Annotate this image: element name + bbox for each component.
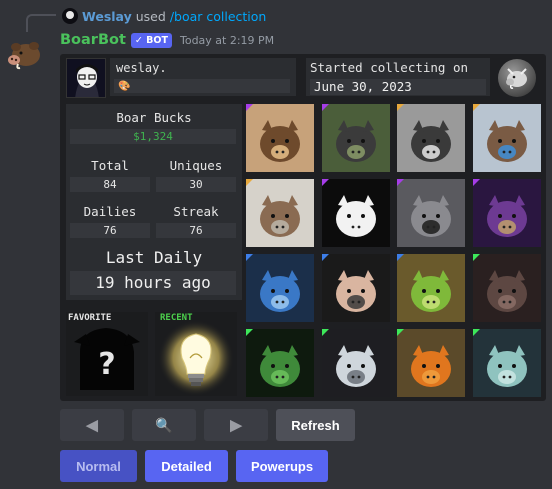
pumpkin-boar: [397, 329, 465, 397]
boar-head-icon: [8, 42, 40, 70]
powerups-button[interactable]: Powerups: [236, 450, 328, 482]
collection-username: weslay.: [116, 61, 167, 75]
reply-command[interactable]: /boar collection: [170, 9, 267, 24]
user-badge-slot: 🎨: [114, 79, 290, 93]
dark-boar: [472, 254, 541, 322]
dailies-label: Dailies: [83, 204, 137, 219]
garden-boar: [321, 104, 390, 172]
rarity-marker: [246, 254, 253, 261]
wizard-boar: [472, 179, 541, 247]
last-daily-value: 19 hours ago: [70, 271, 236, 295]
rarity-marker: [472, 104, 480, 111]
rarity-marker: [246, 329, 253, 336]
reply-reference[interactable]: Weslay used /boar collection: [62, 7, 266, 25]
rarity-marker: [397, 329, 404, 336]
last-daily-label: Last Daily: [105, 248, 203, 267]
total-label: Total: [91, 158, 129, 173]
svg-text:?: ?: [98, 347, 115, 382]
boar-bucks-value: $1,324: [70, 129, 236, 144]
streak-value: 76: [156, 223, 236, 238]
right-arrow-icon: ▶: [230, 417, 242, 434]
sleepy-boar: [472, 104, 541, 172]
search-button[interactable]: 🔍: [132, 409, 196, 441]
rarity-marker: [246, 104, 253, 111]
dailies-value: 76: [70, 223, 150, 238]
message-timestamp: Today at 2:19 PM: [179, 33, 275, 47]
rarity-marker: [397, 104, 404, 111]
lightbulb-boar-icon: [158, 320, 234, 396]
detailed-view-button[interactable]: Detailed: [145, 450, 228, 482]
rarity-marker: [246, 179, 253, 186]
refresh-button[interactable]: Refresh: [276, 409, 355, 441]
streak-label: Streak: [173, 204, 219, 219]
favorite-boar: FAVORITE ?: [66, 312, 148, 396]
view-tabs: Normal Detailed Powerups: [60, 450, 328, 482]
boar-badge-icon: [498, 59, 536, 97]
reply-username[interactable]: Weslay: [82, 9, 132, 24]
rarity-marker: [321, 254, 329, 261]
rarity-marker: [472, 329, 480, 336]
boar-collection-grid: [246, 104, 542, 397]
started-panel: Started collecting on June 30, 2023: [306, 58, 490, 96]
total-value: 84: [70, 177, 150, 192]
user-pfp-icon: [67, 59, 105, 97]
rarity-marker: [472, 179, 480, 186]
crystal-ball-boar: [246, 254, 314, 322]
normal-view-button[interactable]: Normal: [60, 450, 137, 482]
unknown-boar-icon: ?: [74, 328, 140, 390]
started-date: June 30, 2023: [310, 79, 486, 95]
reaper-boar: [397, 104, 465, 172]
favorite-label: FAVORITE: [68, 313, 112, 323]
search-icon: 🔍: [155, 416, 173, 433]
moon-boar: [397, 179, 465, 247]
uniques-value: 30: [156, 177, 236, 192]
user-avatar: [66, 58, 106, 98]
palette-icon: 🎨: [118, 80, 131, 92]
uniques-label: Uniques: [169, 158, 223, 173]
boar-bucks-label: Boar Bucks: [116, 110, 192, 125]
navigation-row: ◀ 🔍 ▶ Refresh: [60, 409, 355, 441]
bot-name[interactable]: BoarBot: [60, 32, 126, 48]
tourist-boar: [246, 104, 314, 172]
prev-page-button[interactable]: ◀: [60, 409, 124, 441]
reply-verb: used: [135, 8, 166, 24]
reply-connector: [26, 14, 56, 32]
recent-boar: RECENT: [155, 312, 237, 396]
rarity-marker: [321, 179, 329, 186]
ghost-boar: [472, 329, 541, 397]
replier-avatar[interactable]: [62, 8, 78, 24]
rarity-marker: [397, 254, 404, 261]
started-label: Started collecting on: [310, 60, 469, 75]
cow-boar: [321, 179, 390, 247]
username-panel: weslay. 🎨: [110, 58, 296, 96]
tissue-boar: [246, 179, 314, 247]
keyboard-boar: [321, 254, 390, 322]
rain-cloud-boar: [321, 329, 390, 397]
bot-avatar[interactable]: [6, 33, 46, 73]
avocado-boar: [397, 254, 465, 322]
rarity-marker: [321, 104, 329, 111]
recent-label: RECENT: [160, 313, 193, 323]
rarity-marker: [321, 329, 329, 336]
collection-card: weslay. 🎨 Started collecting on June 30,…: [60, 54, 546, 401]
bot-badge: ✓ BOT: [130, 32, 172, 48]
green-boar: [246, 329, 314, 397]
rarity-marker: [472, 254, 480, 261]
left-arrow-icon: ◀: [86, 417, 98, 434]
rarity-marker: [397, 179, 404, 186]
stats-panel: Boar Bucks $1,324 Total Uniques 84 30 Da…: [66, 104, 242, 300]
next-page-button[interactable]: ▶: [204, 409, 268, 441]
